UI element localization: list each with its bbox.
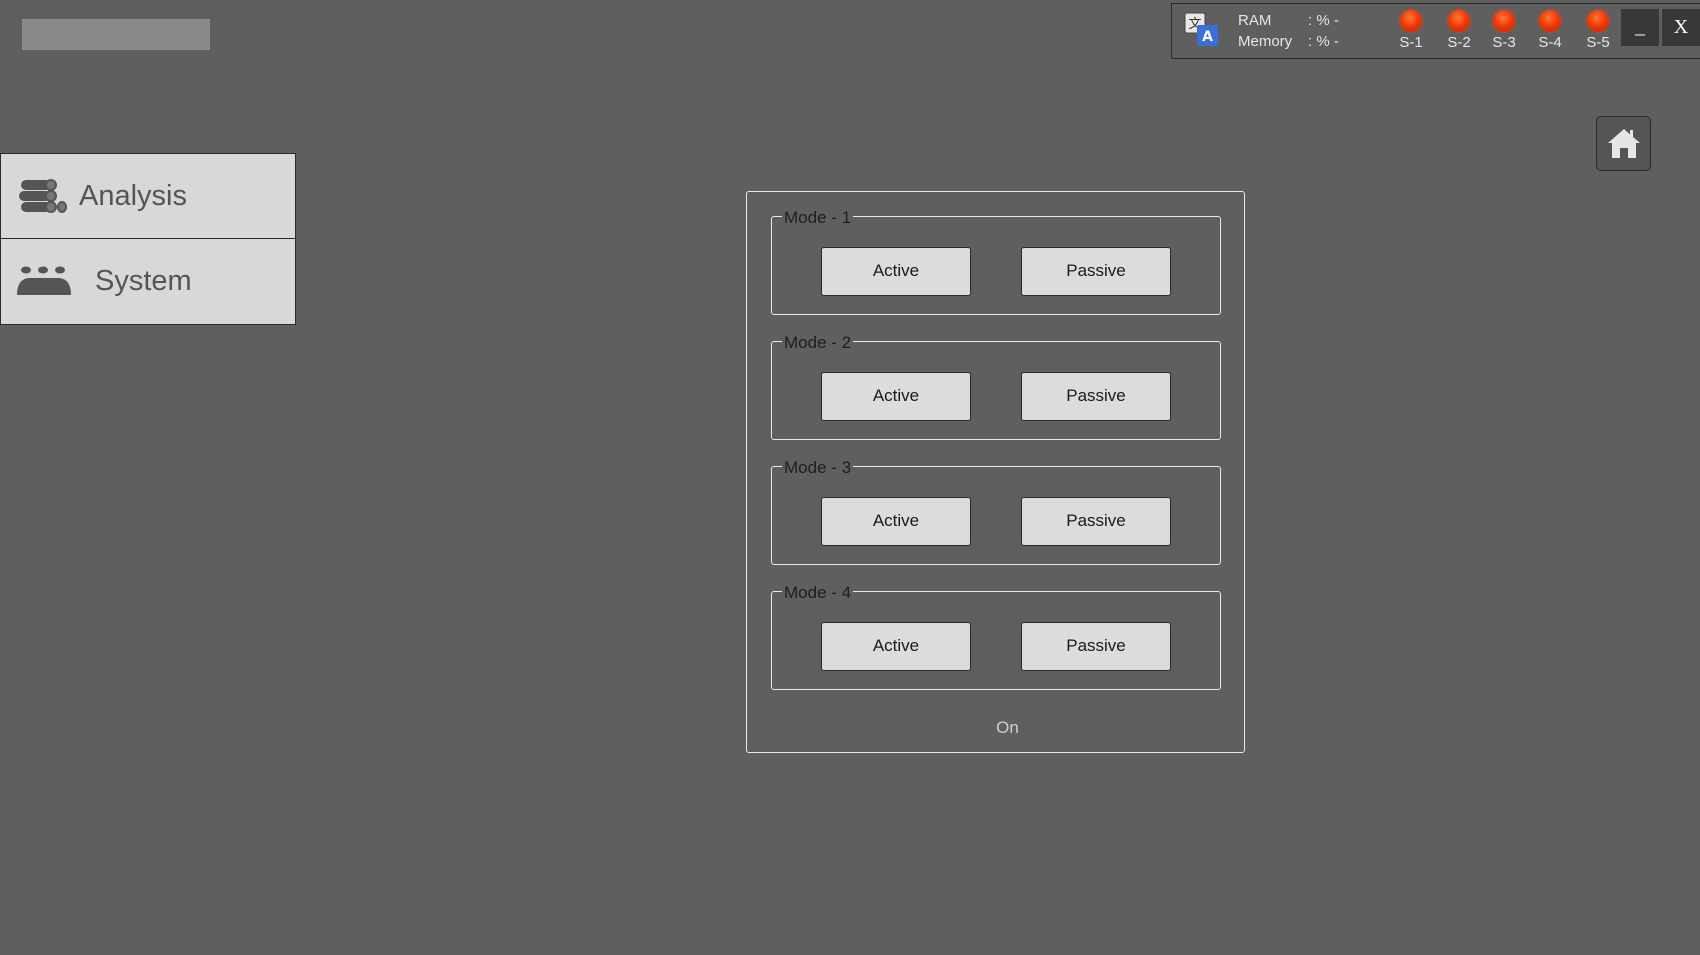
mode-1-active-button[interactable]: Active [821, 247, 971, 296]
mode-group-4: Mode - 4 Active Passive [771, 584, 1221, 690]
sidebar-item-label: Analysis [79, 180, 187, 212]
status-led [1400, 10, 1422, 32]
mode-4-passive-button[interactable]: Passive [1021, 622, 1171, 671]
sidebar-item-system[interactable]: System [1, 239, 295, 323]
app-window: 文 A RAM : % - Memory : % - S-1 S-2 S-3 S… [0, 0, 1700, 955]
mode-title: Mode - 1 [782, 208, 854, 227]
server-label: S-5 [1586, 34, 1610, 51]
close-button[interactable]: X [1662, 9, 1700, 46]
ram-value: : % - [1308, 12, 1339, 29]
svg-text:A: A [1202, 29, 1213, 45]
sidebar: Analysis System [0, 153, 296, 325]
mode-2-passive-button[interactable]: Passive [1021, 372, 1171, 421]
mode-4-active-button[interactable]: Active [821, 622, 971, 671]
mode-group-3: Mode - 3 Active Passive [771, 459, 1221, 565]
mode-2-active-button[interactable]: Active [821, 372, 971, 421]
mode-title: Mode - 4 [782, 583, 854, 602]
panel-status-text: On [996, 718, 1019, 737]
mode-group-2: Mode - 2 Active Passive [771, 334, 1221, 440]
ram-label: RAM [1238, 12, 1272, 29]
sidebar-item-label: System [95, 265, 192, 297]
server-indicator-s3: S-3 [1484, 10, 1524, 50]
status-bar: 文 A RAM : % - Memory : % - S-1 S-2 S-3 S… [1171, 3, 1700, 59]
modes-panel: Mode - 1 Active Passive Mode - 2 Active … [746, 191, 1245, 753]
server-label: S-4 [1538, 34, 1562, 51]
minimize-button[interactable]: _ [1621, 9, 1659, 46]
server-label: S-2 [1447, 34, 1471, 51]
status-led [1448, 10, 1470, 32]
mode-group-1: Mode - 1 Active Passive [771, 209, 1221, 315]
server-indicator-s2: S-2 [1439, 10, 1479, 50]
sidebar-item-analysis[interactable]: Analysis [1, 154, 295, 239]
server-indicator-s5: S-5 [1578, 10, 1618, 50]
server-label: S-1 [1399, 34, 1423, 51]
mode-3-active-button[interactable]: Active [821, 497, 971, 546]
memory-value: : % - [1308, 33, 1339, 50]
server-indicator-s1: S-1 [1391, 10, 1431, 50]
mode-title: Mode - 3 [782, 458, 854, 477]
status-led [1587, 10, 1609, 32]
home-icon [1608, 129, 1640, 158]
mode-3-passive-button[interactable]: Passive [1021, 497, 1171, 546]
status-led [1539, 10, 1561, 32]
server-label: S-3 [1492, 34, 1516, 51]
server-indicator-s4: S-4 [1530, 10, 1570, 50]
status-led [1493, 10, 1515, 32]
mode-1-passive-button[interactable]: Passive [1021, 247, 1171, 296]
logo-placeholder [22, 19, 210, 50]
memory-label: Memory [1238, 33, 1293, 50]
mode-title: Mode - 2 [782, 333, 854, 352]
home-button[interactable] [1596, 116, 1651, 171]
translate-icon[interactable]: 文 A [1184, 12, 1220, 48]
users-group-icon [17, 266, 71, 295]
stacked-pipes-icon [19, 179, 67, 213]
